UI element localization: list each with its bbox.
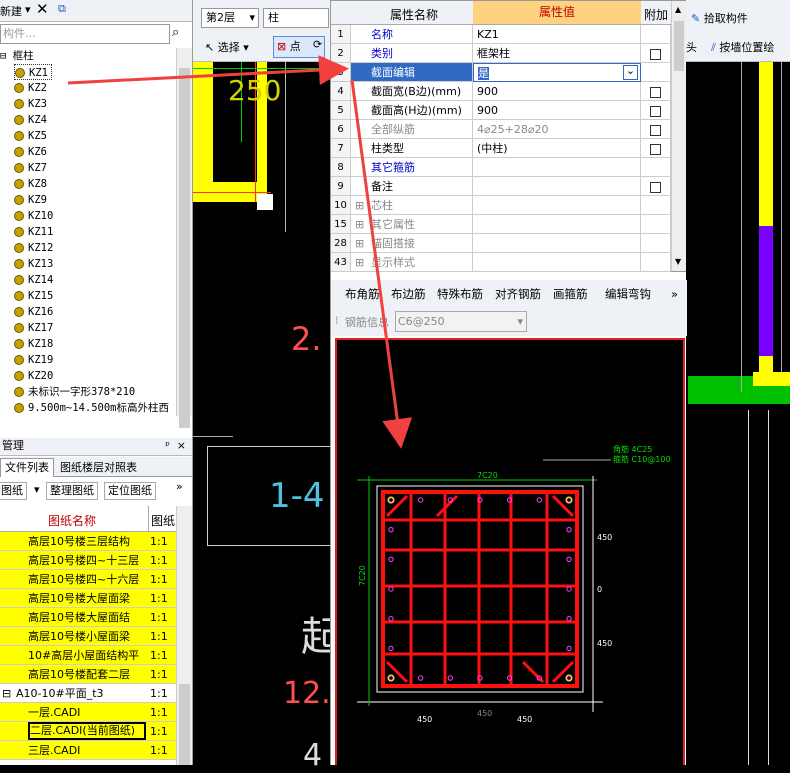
arrow-to-section-edit [67,55,349,86]
arrow-to-section-view [350,79,413,449]
annotation-arrows [67,55,413,449]
